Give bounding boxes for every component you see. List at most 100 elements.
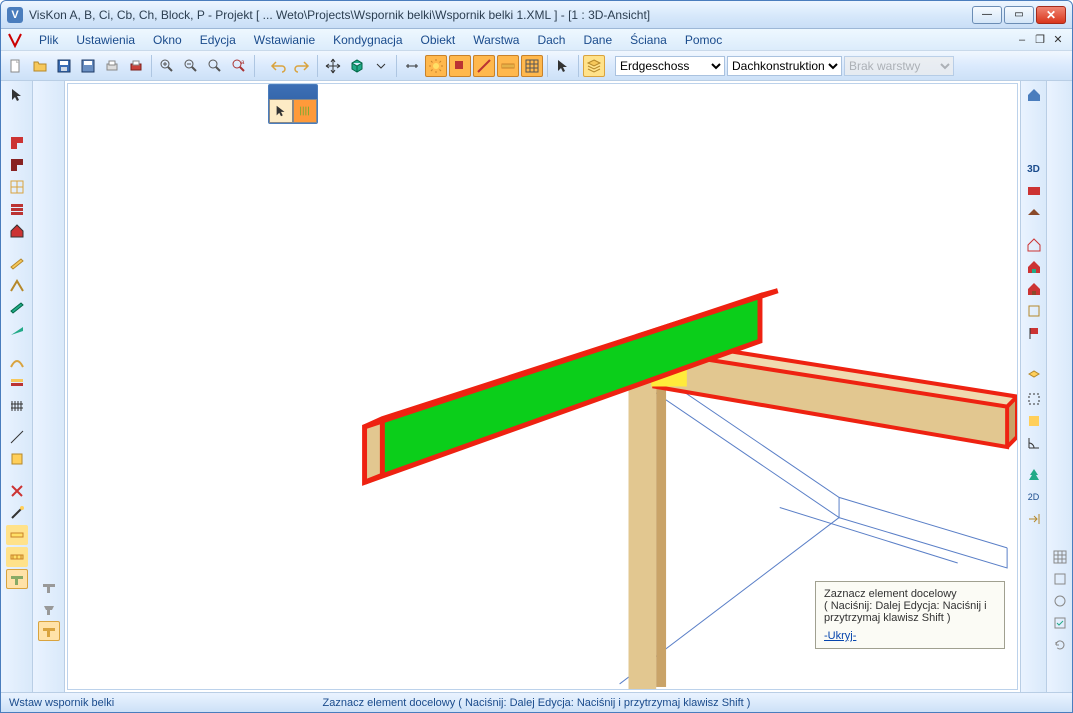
variant-a-icon[interactable]: [38, 577, 60, 597]
home2-icon[interactable]: [1023, 235, 1045, 255]
bricks-icon[interactable]: [6, 199, 28, 219]
corner-dark-icon[interactable]: [6, 155, 28, 175]
measure-tool-icon[interactable]: [497, 55, 519, 77]
zoom-window-icon[interactable]: a: [228, 55, 250, 77]
3d-viewport[interactable]: Zaznacz element docelowy ( Naciśnij: Dal…: [67, 83, 1018, 690]
right-sidebar-2: [1046, 81, 1072, 692]
corner-red-icon[interactable]: [6, 133, 28, 153]
floating-toolbar[interactable]: [268, 84, 318, 124]
variant-b-icon[interactable]: [38, 599, 60, 619]
flag-icon[interactable]: [1023, 323, 1045, 343]
save-as-icon[interactable]: [77, 55, 99, 77]
tooltip-hide-link[interactable]: -Ukryj-: [824, 630, 856, 642]
redo-icon[interactable]: [291, 55, 313, 77]
mdi-minimize-button[interactable]: –: [1014, 33, 1030, 47]
menu-obiekt[interactable]: Obiekt: [413, 31, 464, 49]
shadow-tool-icon[interactable]: [449, 55, 471, 77]
zoom-in-icon[interactable]: [156, 55, 178, 77]
beam-yellow-icon[interactable]: [6, 253, 28, 273]
house-icon[interactable]: [6, 221, 28, 241]
slanted-green-icon[interactable]: [6, 319, 28, 339]
save-icon[interactable]: [53, 55, 75, 77]
open-file-icon[interactable]: [29, 55, 51, 77]
box-outline-icon[interactable]: [1023, 301, 1045, 321]
construction-combo[interactable]: Dachkonstruktion: [727, 56, 842, 76]
layer-combo[interactable]: Brak warstwy: [844, 56, 954, 76]
close-button[interactable]: ✕: [1036, 6, 1066, 24]
menu-plik[interactable]: Plik: [31, 31, 66, 49]
variant-c-icon[interactable]: [38, 621, 60, 641]
beam-support-icon[interactable]: [6, 569, 28, 589]
shape-yellow-icon[interactable]: [1023, 411, 1045, 431]
text-3d-icon[interactable]: 3D: [1023, 159, 1045, 179]
refresh-icon[interactable]: [1049, 635, 1071, 655]
stack-icon[interactable]: [6, 373, 28, 393]
menu-dach[interactable]: Dach: [529, 31, 573, 49]
status-left: Wstaw wspornik belki: [9, 697, 114, 709]
ruler-bg-icon[interactable]: [6, 525, 28, 545]
fence-icon[interactable]: [6, 395, 28, 415]
pointer-icon[interactable]: [6, 85, 28, 105]
print-icon[interactable]: [125, 55, 147, 77]
app-icon: V: [7, 7, 23, 23]
square-icon[interactable]: [1049, 569, 1071, 589]
float-grid-icon[interactable]: [293, 99, 317, 123]
arc-icon[interactable]: [6, 351, 28, 371]
cube-icon[interactable]: [346, 55, 368, 77]
left-sidebar-2: [33, 81, 65, 692]
new-file-icon[interactable]: [5, 55, 27, 77]
label-2d-icon[interactable]: 2D: [1023, 487, 1045, 507]
grid-small-icon[interactable]: [1049, 547, 1071, 567]
maximize-button[interactable]: ▭: [1004, 6, 1034, 24]
home-green-icon[interactable]: [1023, 257, 1045, 277]
layers-icon[interactable]: [583, 55, 605, 77]
wizard-icon[interactable]: [6, 503, 28, 523]
dropdown-icon[interactable]: [370, 55, 392, 77]
menu-pomoc[interactable]: Pomoc: [677, 31, 730, 49]
tooltip-line2: ( Naciśnij: Dalej Edycja: Naciśnij i prz…: [824, 600, 996, 624]
move-icon[interactable]: [322, 55, 344, 77]
floor-combo[interactable]: Erdgeschoss: [615, 56, 725, 76]
circle-icon[interactable]: [1049, 591, 1071, 611]
delete-icon[interactable]: [6, 481, 28, 501]
green-beam-icon[interactable]: [6, 297, 28, 317]
menu-kondygnacja[interactable]: Kondygnacja: [325, 31, 410, 49]
face-select-icon[interactable]: [1023, 367, 1045, 387]
logo-icon: [7, 32, 23, 48]
profile-icon[interactable]: [6, 449, 28, 469]
menu-edycja[interactable]: Edycja: [192, 31, 244, 49]
tree-icon[interactable]: [1023, 465, 1045, 485]
menu-dane[interactable]: Dane: [575, 31, 620, 49]
float-pointer-icon[interactable]: [269, 99, 293, 123]
undo-icon[interactable]: [267, 55, 289, 77]
export-icon[interactable]: [1023, 509, 1045, 529]
roof-brown-icon[interactable]: [1023, 203, 1045, 223]
window-grid-icon[interactable]: [6, 177, 28, 197]
sun-icon[interactable]: [425, 55, 447, 77]
rafter-icon[interactable]: [6, 275, 28, 295]
grid-tool-icon[interactable]: [521, 55, 543, 77]
minimize-button[interactable]: —: [972, 6, 1002, 24]
menu-warstwa[interactable]: Warstwa: [465, 31, 527, 49]
checkbox-icon[interactable]: [1049, 613, 1071, 633]
edge-tool-icon[interactable]: [473, 55, 495, 77]
menu-okno[interactable]: Okno: [145, 31, 190, 49]
wall-red-icon[interactable]: [1023, 181, 1045, 201]
dim-tool-icon[interactable]: [401, 55, 423, 77]
zoom-out-icon[interactable]: [180, 55, 202, 77]
svg-text:a: a: [241, 60, 245, 66]
line-icon[interactable]: [6, 427, 28, 447]
menu-ustawienia[interactable]: Ustawienia: [68, 31, 143, 49]
mdi-close-button[interactable]: ✕: [1050, 33, 1066, 47]
mdi-restore-button[interactable]: ❐: [1032, 33, 1048, 47]
zoom-fit-icon[interactable]: [204, 55, 226, 77]
select-box-icon[interactable]: [1023, 389, 1045, 409]
home-icon[interactable]: [1023, 85, 1045, 105]
print-preview-icon[interactable]: [101, 55, 123, 77]
angle-icon[interactable]: [1023, 433, 1045, 453]
select-arrow-icon[interactable]: [552, 55, 574, 77]
menu-wstawianie[interactable]: Wstawianie: [246, 31, 323, 49]
home-brown-icon[interactable]: [1023, 279, 1045, 299]
menu-sciana[interactable]: Ściana: [622, 31, 675, 49]
ruler2-icon[interactable]: [6, 547, 28, 567]
